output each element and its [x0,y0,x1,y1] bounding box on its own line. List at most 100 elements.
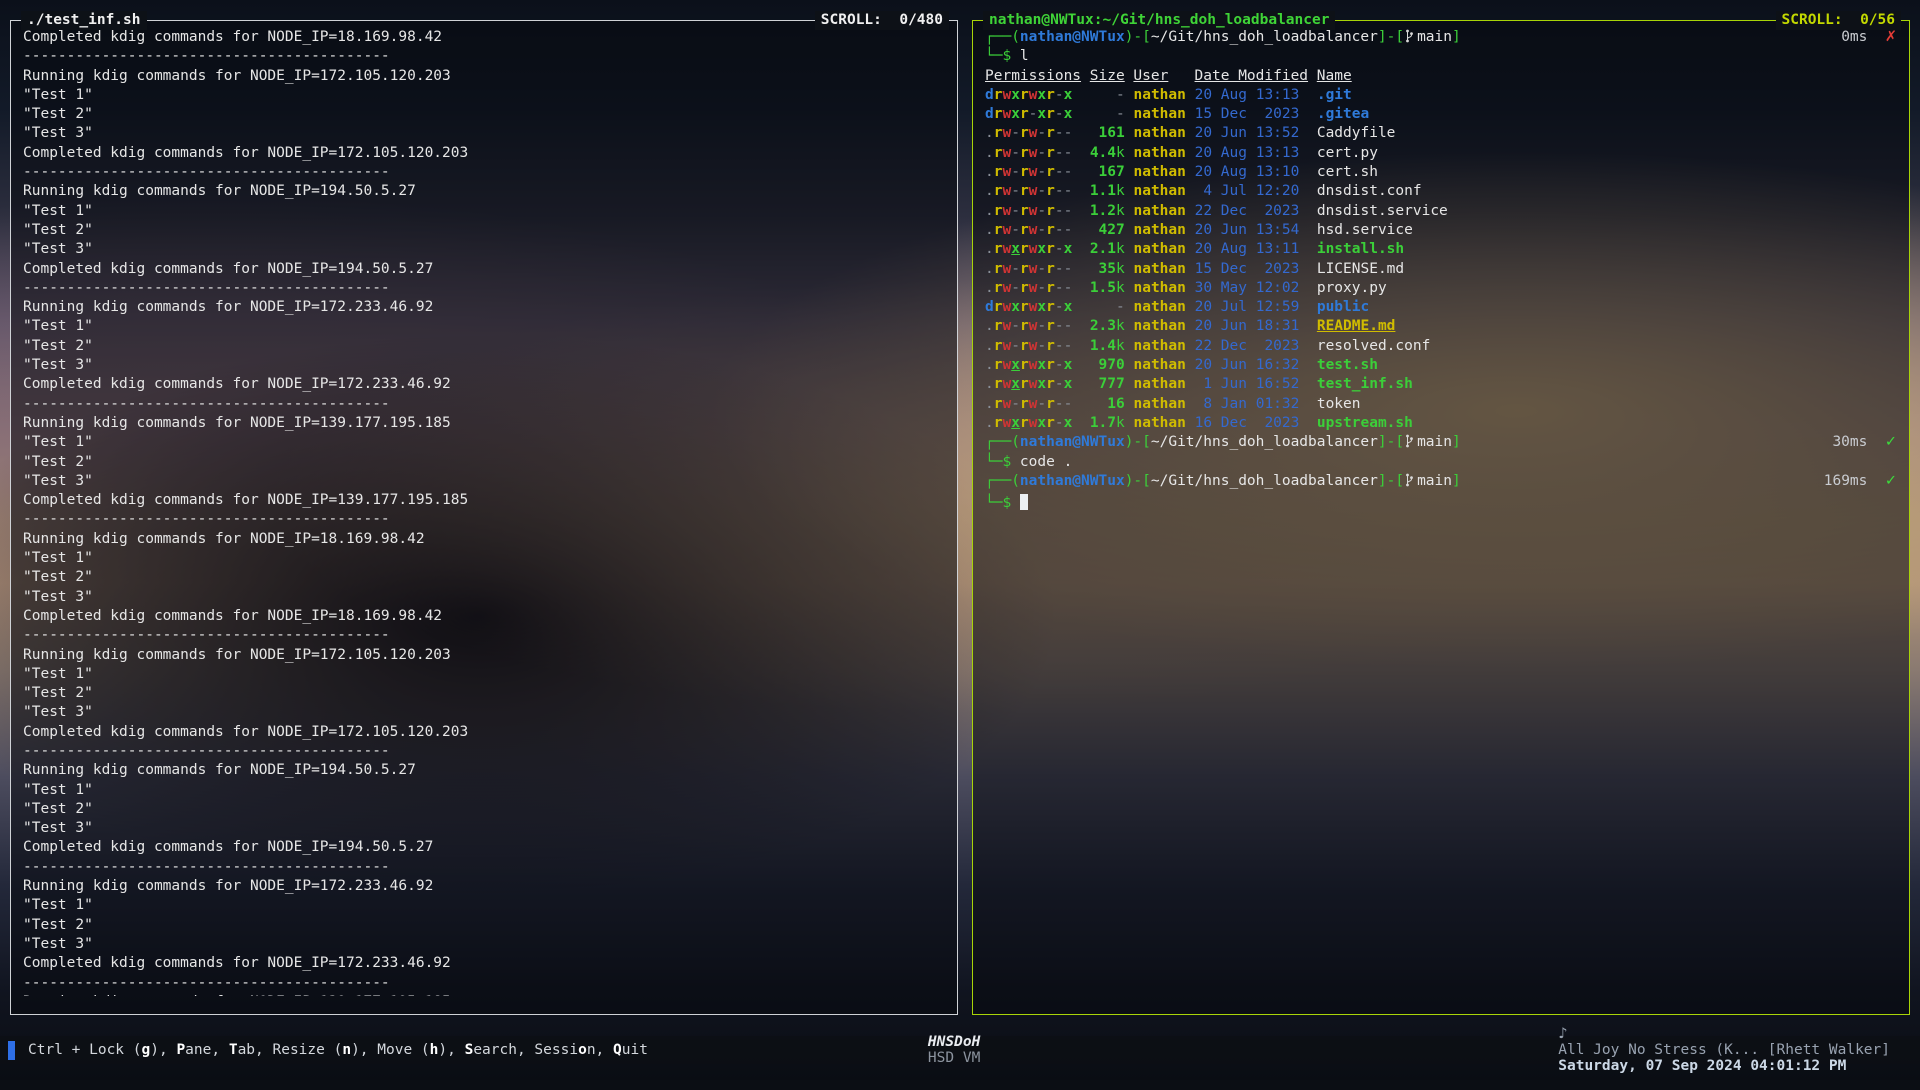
right-pane-scroll-indicator: SCROLL: 0/56 [1776,11,1902,30]
terminal-output-line: Running kdig commands for NODE_IP=172.10… [23,67,945,86]
file-row: drwxrwxr-x - nathan 20 Aug 13:13 .git [985,86,1897,105]
terminal-output-line: Completed kdig commands for NODE_IP=172.… [23,375,945,394]
datetime: Saturday, 07 Sep 2024 04:01:12 PM [1558,1058,1846,1074]
right-terminal-pane[interactable]: nathan@NWTux:~/Git/hns_doh_loadbalancer … [972,20,1910,1015]
file-name: test_inf.sh [1317,376,1413,392]
terminal-output-line: "Test 3" [23,703,945,722]
terminal-output-line: "Test 2" [23,916,945,935]
prompt-line: ┌──(nathan@NWTux)-[~/Git/hns_doh_loadbal… [985,28,1897,47]
file-name: .gitea [1317,106,1369,122]
terminal-output-line: Completed kdig commands for NODE_IP=18.1… [23,607,945,626]
file-name: token [1317,396,1361,412]
file-name: dnsdist.conf [1317,183,1422,199]
terminal-output-line: "Test 1" [23,665,945,684]
tab-hnsdoh[interactable]: HNSDoH [928,1034,980,1050]
terminal-output-line: ----------------------------------------… [23,626,945,645]
mode-indicator-block [8,1041,15,1060]
terminal-output-line: ----------------------------------------… [23,163,945,182]
tab-hsd-vm[interactable]: HSD VM [928,1050,980,1066]
terminal-output-line: ----------------------------------------… [23,510,945,529]
terminal-output-line: ----------------------------------------… [23,858,945,877]
terminal-output-line: "Test 1" [23,549,945,568]
file-name: public [1317,299,1369,315]
terminal-output-line: "Test 2" [23,684,945,703]
right-pane-title: nathan@NWTux:~/Git/hns_doh_loadbalancer [983,11,1335,30]
terminal-output-line: "Test 3" [23,240,945,259]
terminal-output-line: Completed kdig commands for NODE_IP=194.… [23,260,945,279]
file-name: cert.sh [1317,164,1378,180]
terminal-output-line: Running kdig commands for NODE_IP=172.23… [23,298,945,317]
success-icon: ✓ [1885,434,1897,450]
success-icon: ✓ [1885,473,1897,489]
terminal-output-line: "Test 2" [23,105,945,124]
file-row: .rw-rw-r-- 2.3k nathan 20 Jun 18:31 READ… [985,317,1897,336]
terminal-output-line: "Test 2" [23,800,945,819]
git-branch-icon [1405,28,1414,47]
terminal-output-line: Running kdig commands for NODE_IP=139.17… [23,414,945,433]
left-pane-content[interactable]: Completed kdig commands for NODE_IP=18.1… [11,21,957,996]
file-row: .rw-rw-r-- 35k nathan 15 Dec 2023 LICENS… [985,260,1897,279]
file-row: .rw-rw-r-- 1.5k nathan 30 May 12:02 prox… [985,279,1897,298]
terminal-output-line: "Test 1" [23,433,945,452]
git-branch-icon [1405,472,1414,491]
file-row: .rwxrwxr-x 1.7k nathan 16 Dec 2023 upstr… [985,414,1897,433]
terminal-output-line: Running kdig commands for NODE_IP=172.23… [23,877,945,896]
terminal-output-line: "Test 1" [23,896,945,915]
file-name: install.sh [1317,241,1404,257]
file-row: .rw-rw-r-- 427 nathan 20 Jun 13:54 hsd.s… [985,221,1897,240]
file-name: resolved.conf [1317,338,1431,354]
terminal-output-line: "Test 3" [23,935,945,954]
keybind-hints: Ctrl + Lock (g), Pane, Tab, Resize (n), … [28,1042,648,1058]
left-pane-title: ./test_inf.sh [21,11,147,30]
terminal-output-line: "Test 3" [23,356,945,375]
terminal-output-line: Running kdig commands for NODE_IP=194.50… [23,182,945,201]
terminal-output-line: Completed kdig commands for NODE_IP=172.… [23,723,945,742]
terminal-output-line: Completed kdig commands for NODE_IP=139.… [23,491,945,510]
file-name: dnsdist.service [1317,203,1448,219]
left-terminal-pane[interactable]: ./test_inf.sh SCROLL: 0/480 Completed kd… [10,20,958,1015]
git-branch-icon [1405,433,1414,452]
file-row: .rw-rw-r-- 1.1k nathan 4 Jul 12:20 dnsdi… [985,182,1897,201]
left-pane-scroll-indicator: SCROLL: 0/480 [815,11,949,30]
terminal-output-line: ----------------------------------------… [23,742,945,761]
terminal-output-line: "Test 2" [23,337,945,356]
file-row: .rw-rw-r-- 167 nathan 20 Aug 13:10 cert.… [985,163,1897,182]
terminal-output-line: "Test 1" [23,781,945,800]
prompt-line: ┌──(nathan@NWTux)-[~/Git/hns_doh_loadbal… [985,433,1897,452]
terminal-output-line: Running kdig commands for NODE_IP=139.17… [23,993,945,996]
terminal-output-line: "Test 3" [23,819,945,838]
terminal-output-line: "Test 1" [23,86,945,105]
command-line: └─$ l [985,47,1897,66]
right-pane-content[interactable]: ┌──(nathan@NWTux)-[~/Git/hns_doh_loadbal… [973,21,1909,996]
file-row: .rw-rw-r-- 1.2k nathan 22 Dec 2023 dnsdi… [985,202,1897,221]
terminal-output-line: "Test 3" [23,588,945,607]
failure-icon: ✗ [1885,29,1897,45]
file-row: .rwxrwxr-x 970 nathan 20 Jun 16:32 test.… [985,356,1897,375]
file-row: .rwxrwxr-x 2.1k nathan 20 Aug 13:11 inst… [985,240,1897,259]
now-playing: All Joy No Stress (K... [Rhett Walker] [1558,1042,1890,1058]
file-row: drwxrwxr-x - nathan 20 Jul 12:59 public [985,298,1897,317]
terminal-output-line: "Test 1" [23,202,945,221]
terminal-output-line: "Test 2" [23,568,945,587]
terminal-output-line: Completed kdig commands for NODE_IP=172.… [23,954,945,973]
file-name: hsd.service [1317,222,1413,238]
file-name: proxy.py [1317,280,1387,296]
terminal-output-line: Completed kdig commands for NODE_IP=194.… [23,838,945,857]
prompt-line: ┌──(nathan@NWTux)-[~/Git/hns_doh_loadbal… [985,472,1897,491]
terminal-output-line: ----------------------------------------… [23,395,945,414]
listing-header: Permissions Size User Date Modified Name [985,67,1897,86]
terminal-output-line: "Test 3" [23,124,945,143]
terminal-output-line: ----------------------------------------… [23,279,945,298]
status-bar-right: ♪ All Joy No Stress (K... [Rhett Walker]… [1523,1010,1912,1090]
terminal-output-line: ----------------------------------------… [23,974,945,993]
file-name: Caddyfile [1317,125,1396,141]
terminal-output-line: "Test 2" [23,221,945,240]
status-bar: Ctrl + Lock (g), Pane, Tab, Resize (n), … [0,1036,1920,1064]
file-row: .rwxrwxr-x 777 nathan 1 Jun 16:52 test_i… [985,375,1897,394]
terminal-output-line: Running kdig commands for NODE_IP=194.50… [23,761,945,780]
terminal-output-line: Completed kdig commands for NODE_IP=172.… [23,144,945,163]
terminal-output-line: ----------------------------------------… [23,47,945,66]
file-row: .rw-rw-r-- 4.4k nathan 20 Aug 13:13 cert… [985,144,1897,163]
file-name: upstream.sh [1317,415,1413,431]
terminal-output-line: Completed kdig commands for NODE_IP=18.1… [23,28,945,47]
